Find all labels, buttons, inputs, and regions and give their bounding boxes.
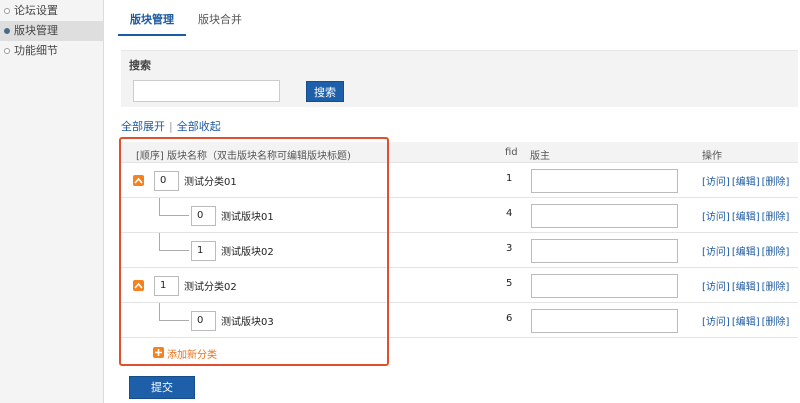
add-category-link[interactable]: 添加新分类 [153, 346, 217, 361]
search-panel: 搜索 搜索 [121, 50, 798, 107]
fid-value: 1 [506, 173, 513, 184]
plus-icon [153, 347, 164, 358]
sidebar-item-label: 功能细节 [14, 44, 58, 57]
table-row: 0 测试版块01 4 [访问] [编辑] [删除] [121, 198, 798, 233]
moderator-input[interactable] [531, 309, 678, 333]
order-input[interactable]: 1 [154, 276, 179, 296]
sidebar-item-forum-management[interactable]: 版块管理 [0, 21, 103, 41]
row-actions: [访问] [编辑] [删除] [702, 243, 791, 258]
sidebar-item-feature-details[interactable]: 功能细节 [0, 41, 103, 61]
edit-link[interactable]: [编辑] [732, 247, 760, 258]
search-button[interactable]: 搜索 [306, 81, 344, 102]
sidebar-item-forum-settings[interactable]: 论坛设置 [0, 1, 103, 21]
forum-name[interactable]: 测试版块03 [221, 313, 274, 328]
tree-line [159, 233, 160, 251]
moderator-input[interactable] [531, 274, 678, 298]
order-input[interactable]: 0 [191, 311, 216, 331]
tab-forum-management[interactable]: 版块管理 [118, 0, 186, 36]
sidebar-item-label: 论坛设置 [14, 4, 58, 17]
edit-link[interactable]: [编辑] [732, 177, 760, 188]
table-row: 0 测试分类01 1 [访问] [编辑] [删除] [121, 163, 798, 198]
header-moderator: 版主 [530, 151, 550, 162]
forum-name[interactable]: 测试版块01 [221, 208, 274, 223]
tab-forum-merge[interactable]: 版块合并 [186, 0, 254, 36]
order-input[interactable]: 1 [191, 241, 216, 261]
category-name[interactable]: 测试分类02 [184, 278, 237, 293]
fid-value: 3 [506, 243, 513, 254]
visit-link[interactable]: [访问] [702, 317, 730, 328]
bullet-icon [4, 8, 10, 14]
edit-link[interactable]: [编辑] [732, 212, 760, 223]
edit-link[interactable]: [编辑] [732, 317, 760, 328]
header-fid: fid [505, 147, 518, 158]
main-content: 版块管理 版块合并 搜索 搜索 全部展开 | 全部收起 [顺序] 版块名称（双击版块… [104, 0, 800, 403]
fid-value: 4 [506, 208, 513, 219]
expand-all-link[interactable]: 全部展开 [121, 120, 165, 133]
table-row: 1 测试版块02 3 [访问] [编辑] [删除] [121, 233, 798, 268]
bullet-icon [4, 28, 10, 34]
moderator-input[interactable] [531, 239, 678, 263]
submit-button[interactable]: 提交 [129, 376, 195, 399]
collapse-icon[interactable] [133, 280, 144, 291]
link-separator: | [169, 120, 173, 133]
visit-link[interactable]: [访问] [702, 247, 730, 258]
delete-link[interactable]: [删除] [762, 247, 790, 258]
collapse-all-link[interactable]: 全部收起 [177, 120, 221, 133]
visit-link[interactable]: [访问] [702, 282, 730, 293]
sidebar-item-label: 版块管理 [14, 24, 58, 37]
row-actions: [访问] [编辑] [删除] [702, 173, 791, 188]
table-row: 0 测试版块03 6 [访问] [编辑] [删除] [121, 303, 798, 338]
moderator-input[interactable] [531, 169, 678, 193]
row-actions: [访问] [编辑] [删除] [702, 208, 791, 223]
tree-line [159, 320, 189, 321]
tree-line [159, 250, 189, 251]
row-actions: [访问] [编辑] [删除] [702, 313, 791, 328]
moderator-input[interactable] [531, 204, 678, 228]
fid-value: 6 [506, 313, 513, 324]
collapse-icon[interactable] [133, 175, 144, 186]
edit-link[interactable]: [编辑] [732, 282, 760, 293]
table-row: 1 测试分类02 5 [访问] [编辑] [删除] [121, 268, 798, 303]
tree-line [159, 198, 160, 216]
delete-link[interactable]: [删除] [762, 177, 790, 188]
header-actions: 操作 [702, 151, 722, 162]
fid-value: 5 [506, 278, 513, 289]
order-input[interactable]: 0 [154, 171, 179, 191]
order-input[interactable]: 0 [191, 206, 216, 226]
search-title: 搜索 [129, 59, 151, 72]
sidebar: 论坛设置 版块管理 功能细节 [0, 0, 104, 403]
tab-bar: 版块管理 版块合并 [118, 0, 254, 36]
tree-line [159, 303, 160, 321]
header-order-name: [顺序] 版块名称（双击版块名称可编辑版块标题) [136, 151, 351, 162]
forum-table: [顺序] 版块名称（双击版块名称可编辑版块标题) fid 版主 操作 0 测试分… [121, 142, 798, 361]
forum-name[interactable]: 测试版块02 [221, 243, 274, 258]
delete-link[interactable]: [删除] [762, 317, 790, 328]
tree-line [159, 215, 189, 216]
delete-link[interactable]: [删除] [762, 212, 790, 223]
visit-link[interactable]: [访问] [702, 212, 730, 223]
visit-link[interactable]: [访问] [702, 177, 730, 188]
row-actions: [访问] [编辑] [删除] [702, 278, 791, 293]
category-name[interactable]: 测试分类01 [184, 173, 237, 188]
bullet-icon [4, 48, 10, 54]
search-input[interactable] [133, 80, 280, 102]
expand-collapse-links: 全部展开 | 全部收起 [121, 118, 221, 134]
table-header: [顺序] 版块名称（双击版块名称可编辑版块标题) fid 版主 操作 [121, 142, 798, 163]
delete-link[interactable]: [删除] [762, 282, 790, 293]
